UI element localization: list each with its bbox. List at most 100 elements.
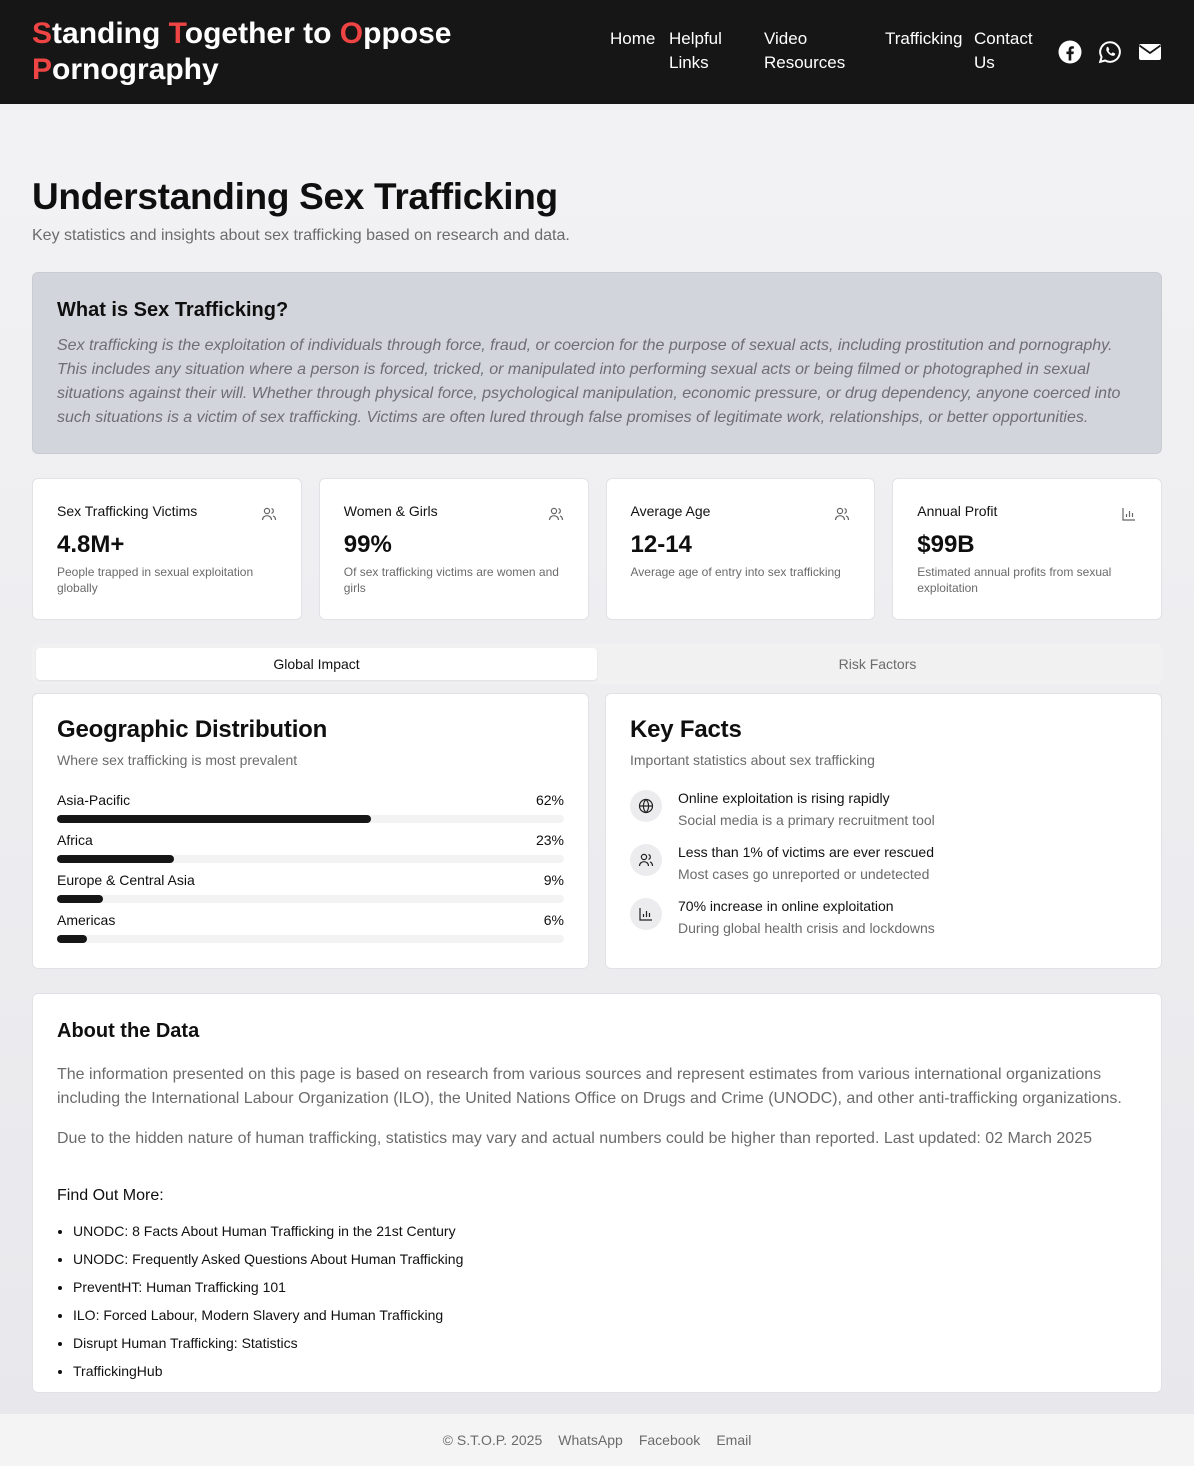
page-subtitle: Key statistics and insights about sex tr… — [32, 227, 570, 244]
stat-card: Sex Trafficking Victims 4.8M+ People tra… — [32, 478, 302, 620]
site-header: Standing Together to Oppose Pornography H… — [0, 0, 1194, 104]
definition-text: Sex trafficking is the exploitation of i… — [57, 337, 1121, 426]
nav-trafficking[interactable]: Trafficking — [885, 27, 974, 75]
fact-title: 70% increase in online exploitation — [678, 898, 894, 914]
progress-fill — [57, 855, 174, 863]
users-icon — [261, 506, 277, 522]
tab-global-impact[interactable]: Global Impact — [36, 648, 597, 680]
stat-value: $99B — [917, 531, 975, 558]
resource-link[interactable]: Disrupt Human Trafficking: Statistics — [73, 1335, 298, 1351]
users-icon — [548, 506, 564, 522]
list-item: Disrupt Human Trafficking: Statistics — [73, 1333, 1137, 1353]
progress-fill — [57, 895, 103, 903]
region-percent: 23% — [535, 832, 564, 848]
nav-contact-us[interactable]: Contact Us — [974, 27, 1044, 75]
key-facts-card: Key Facts Important statistics about sex… — [605, 693, 1162, 969]
stats-row: Sex Trafficking Victims 4.8M+ People tra… — [32, 478, 1162, 620]
bar-chart-icon — [1121, 506, 1137, 522]
stat-label: Women & Girls — [343, 503, 438, 519]
resource-link[interactable]: TraffickingHub — [73, 1363, 162, 1379]
definition-panel: What is Sex Trafficking? Sex trafficking… — [32, 272, 1162, 454]
fact-desc: Social media is a primary recruitment to… — [678, 812, 935, 828]
users-icon — [834, 506, 850, 522]
about-paragraph: The information presented on this page i… — [57, 1066, 1122, 1107]
footer-whatsapp-link[interactable]: WhatsApp — [558, 1432, 623, 1448]
stat-card: Annual Profit $99B Estimated annual prof… — [892, 478, 1162, 620]
globe-icon — [630, 790, 662, 822]
stat-card: Women & Girls 99% Of sex trafficking vic… — [318, 478, 589, 620]
stat-label: Annual Profit — [917, 503, 998, 519]
stat-desc: People trapped in sexual exploitation gl… — [57, 565, 254, 595]
list-item: ILO: Forced Labour, Modern Slavery and H… — [73, 1305, 1137, 1325]
progress-track — [57, 815, 564, 823]
whatsapp-icon[interactable] — [1098, 40, 1122, 64]
copyright: © S.T.O.P. 2025 — [442, 1432, 543, 1448]
region-row: Americas 6% — [57, 912, 564, 952]
card-subtitle: Where sex trafficking is most prevalent — [57, 752, 298, 768]
site-brand[interactable]: Standing Together to Oppose Pornography — [32, 16, 472, 88]
region-row: Africa 23% — [57, 832, 564, 872]
resource-links: UNODC: 8 Facts About Human Trafficking i… — [57, 1221, 1137, 1381]
find-out-more-heading: Find Out More: — [57, 1187, 164, 1204]
card-title: Key Facts — [630, 716, 742, 743]
progress-track — [57, 895, 564, 903]
region-percent: 9% — [543, 872, 564, 888]
fact-list: Online exploitation is rising rapidly Soc… — [630, 790, 1137, 952]
progress-fill — [57, 935, 88, 943]
about-heading: About the Data — [57, 1020, 200, 1042]
region-bars: Asia-Pacific 62% Africa 23% Europe & Centr… — [57, 792, 564, 952]
region-name: Americas — [57, 912, 116, 928]
main-nav: Home Helpful Links Video Resources Traff… — [610, 27, 1044, 75]
stat-label: Sex Trafficking Victims — [57, 503, 198, 519]
stat-label: Average Age — [630, 503, 711, 519]
facebook-icon[interactable] — [1058, 40, 1082, 64]
stat-card: Average Age 12-14 Average age of entry i… — [605, 478, 876, 620]
fact-desc: During global health crisis and lockdown… — [678, 920, 935, 936]
fact-item: Online exploitation is rising rapidly Soc… — [630, 790, 1137, 844]
stat-desc: Of sex trafficking victims are women and… — [343, 565, 559, 595]
fact-title: Online exploitation is rising rapidly — [678, 790, 890, 806]
stat-value: 4.8M+ — [57, 531, 125, 558]
region-name: Europe & Central Asia — [57, 872, 195, 888]
bar-chart-icon — [630, 898, 662, 930]
resource-link[interactable]: PreventHT: Human Trafficking 101 — [73, 1279, 286, 1295]
nav-home[interactable]: Home — [610, 27, 669, 75]
footer-email-link[interactable]: Email — [716, 1432, 751, 1448]
fact-item: Less than 1% of victims are ever rescued… — [630, 844, 1137, 898]
about-data-card: About the Data The information presented… — [32, 993, 1162, 1393]
footer-facebook-link[interactable]: Facebook — [639, 1432, 700, 1448]
stat-desc: Estimated annual profits from sexual exp… — [917, 565, 1112, 595]
resource-link[interactable]: UNODC: Frequently Asked Questions About … — [73, 1251, 463, 1267]
progress-track — [57, 935, 564, 943]
tab-bar: Global Impact Risk Factors — [32, 644, 1162, 684]
email-icon[interactable] — [1138, 40, 1162, 64]
social-links — [1058, 40, 1162, 64]
definition-heading: What is Sex Trafficking? — [57, 299, 289, 321]
region-percent: 6% — [543, 912, 564, 928]
region-row: Asia-Pacific 62% — [57, 792, 564, 832]
resource-link[interactable]: ILO: Forced Labour, Modern Slavery and H… — [73, 1307, 443, 1323]
tab-risk-factors[interactable]: Risk Factors — [597, 648, 1158, 680]
list-item: UNODC: Frequently Asked Questions About … — [73, 1249, 1137, 1269]
stat-value: 99% — [343, 531, 392, 558]
resource-link[interactable]: UNODC: 8 Facts About Human Trafficking i… — [73, 1223, 456, 1239]
page-title: Understanding Sex Trafficking — [32, 176, 558, 217]
region-row: Europe & Central Asia 9% — [57, 872, 564, 912]
list-item: UNODC: 8 Facts About Human Trafficking i… — [73, 1221, 1137, 1241]
about-paragraph: Due to the hidden nature of human traffi… — [57, 1130, 1092, 1147]
stat-value: 12-14 — [630, 531, 692, 558]
geographic-distribution-card: Geographic Distribution Where sex traffi… — [32, 693, 589, 969]
region-name: Africa — [57, 832, 93, 848]
list-item: TraffickingHub — [73, 1361, 1137, 1381]
progress-fill — [57, 815, 372, 823]
list-item: PreventHT: Human Trafficking 101 — [73, 1277, 1137, 1297]
fact-item: 70% increase in online exploitation Durin… — [630, 898, 1137, 952]
fact-desc: Most cases go unreported or undetected — [678, 866, 930, 882]
nav-video-resources[interactable]: Video Resources — [764, 27, 885, 75]
nav-helpful-links[interactable]: Helpful Links — [669, 27, 764, 75]
card-subtitle: Important statistics about sex trafficki… — [630, 752, 875, 768]
users-icon — [630, 844, 662, 876]
stat-desc: Average age of entry into sex traffickin… — [630, 565, 841, 579]
card-title: Geographic Distribution — [57, 716, 328, 743]
region-percent: 62% — [535, 792, 564, 808]
